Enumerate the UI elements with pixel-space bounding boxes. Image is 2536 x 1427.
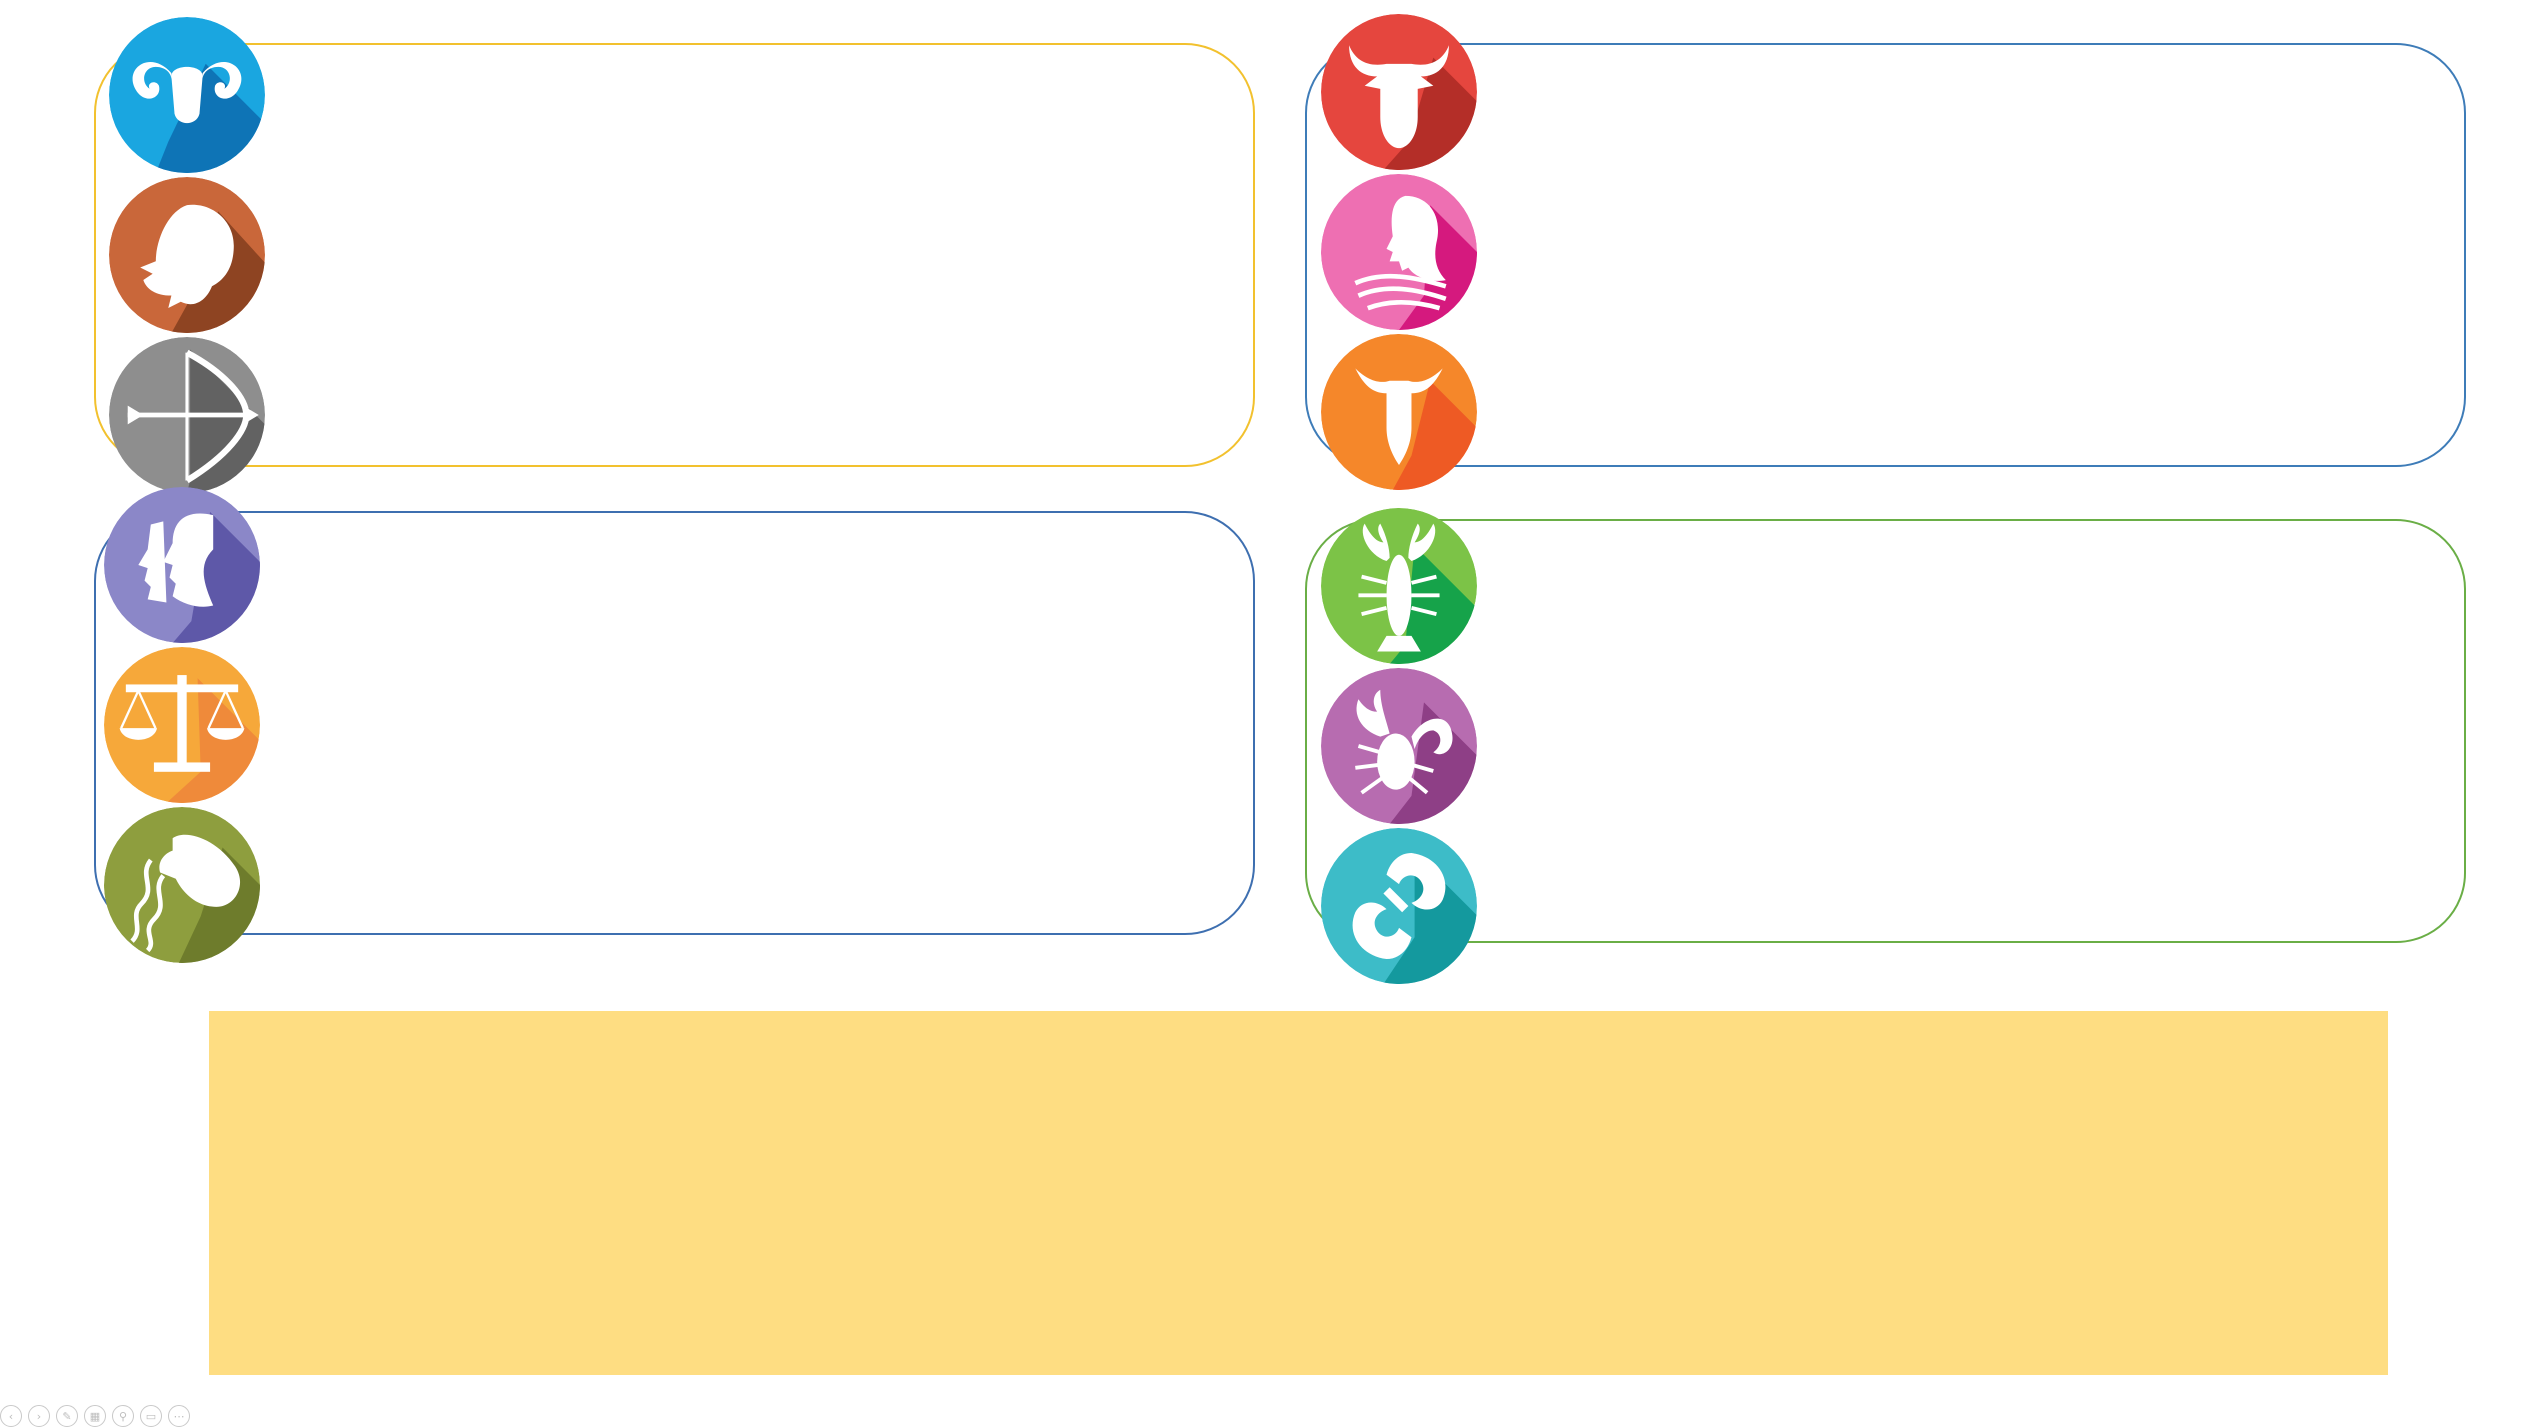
scorpio-sign[interactable] <box>1321 668 1477 824</box>
taurus-sign[interactable] <box>1321 14 1477 170</box>
pen-icon[interactable]: ✎ <box>56 1405 78 1427</box>
balance-scale-icon <box>104 647 260 803</box>
air-signs-box <box>94 511 1255 935</box>
water-jug-icon <box>104 807 260 963</box>
next-slide-icon[interactable]: › <box>28 1405 50 1427</box>
leo-sign[interactable] <box>109 177 265 333</box>
capricorn-sign[interactable] <box>1321 334 1477 490</box>
lion-head-icon <box>109 177 265 333</box>
bull-head-icon <box>1321 14 1477 170</box>
water-signs-box <box>1305 519 2466 943</box>
subtitles-icon[interactable]: ▭ <box>140 1405 162 1427</box>
libra-sign[interactable] <box>104 647 260 803</box>
aquarius-sign[interactable] <box>104 807 260 963</box>
earth-signs-box <box>1305 43 2466 467</box>
twin-faces-icon <box>104 487 260 643</box>
gemini-sign[interactable] <box>104 487 260 643</box>
crayfish-icon <box>1321 508 1477 664</box>
scorpion-icon <box>1321 668 1477 824</box>
slides-grid-icon[interactable]: ▦ <box>84 1405 106 1427</box>
goat-head-icon <box>1321 334 1477 490</box>
sagittarius-sign[interactable] <box>109 337 265 493</box>
bow-and-arrow-icon <box>109 337 265 493</box>
cancer-sign[interactable] <box>1321 508 1477 664</box>
maiden-profile-icon <box>1321 174 1477 330</box>
zoom-icon[interactable]: ⚲ <box>112 1405 134 1427</box>
more-options-icon[interactable]: ⋯ <box>168 1405 190 1427</box>
previous-slide-icon[interactable]: ‹ <box>0 1405 22 1427</box>
aries-sign[interactable] <box>109 17 265 173</box>
text-banner <box>209 1011 2388 1375</box>
ram-head-icon <box>109 17 265 173</box>
pisces-sign[interactable] <box>1321 828 1477 984</box>
virgo-sign[interactable] <box>1321 174 1477 330</box>
two-fish-icon <box>1321 828 1477 984</box>
fire-signs-box <box>94 43 1255 467</box>
slideshow-toolbar: ‹ › ✎ ▦ ⚲ ▭ ⋯ <box>0 1405 190 1427</box>
